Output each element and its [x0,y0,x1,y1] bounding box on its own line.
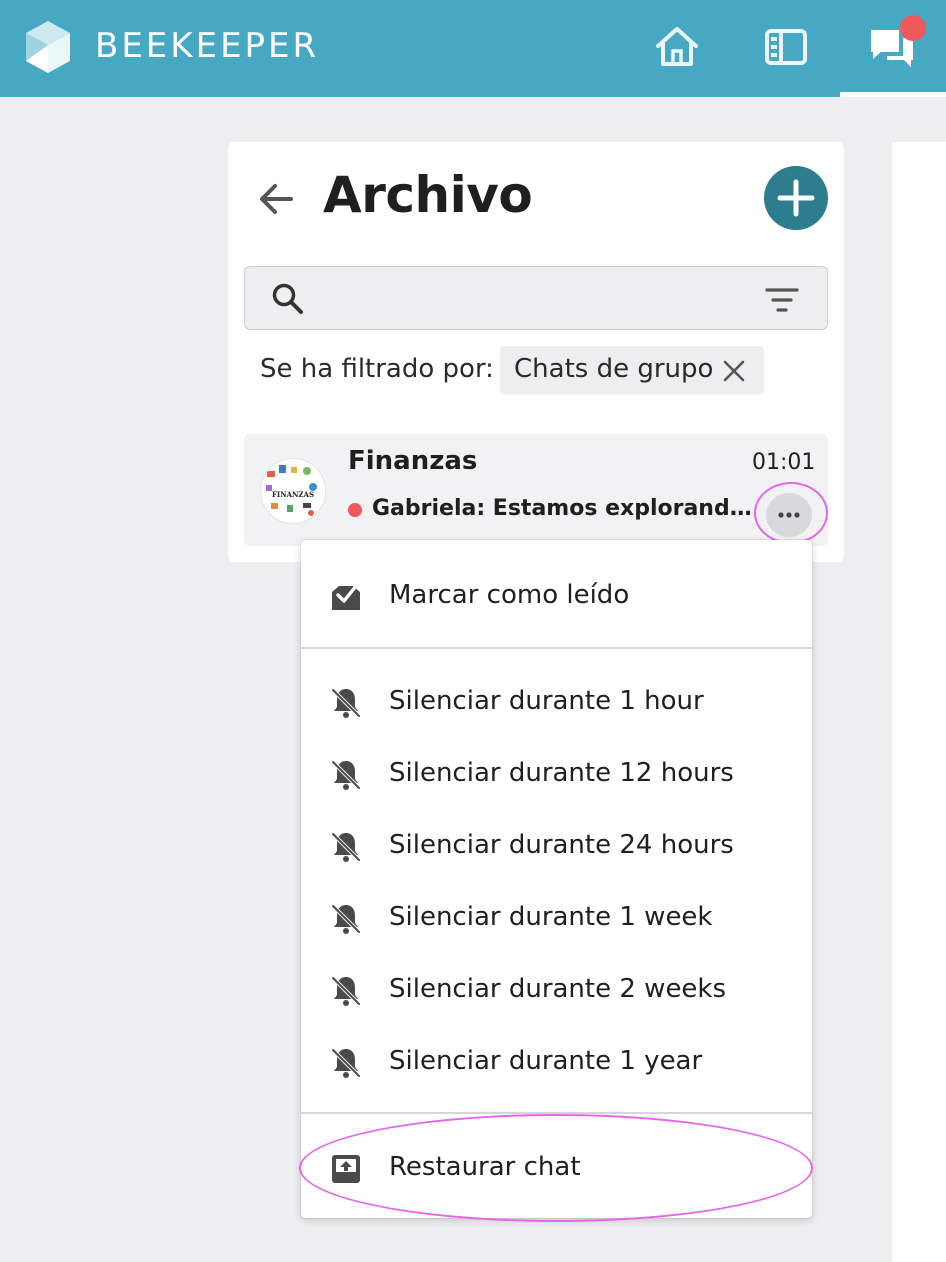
brand-name: BEEKEEPER [95,26,320,66]
menu-item-label: Silenciar durante 24 hours [389,830,734,860]
menu-item-label: Silenciar durante 12 hours [389,758,734,788]
menu-item-mute-1-year[interactable]: Silenciar durante 1 year [301,1032,812,1092]
new-chat-button[interactable] [764,166,828,230]
menu-item-label: Silenciar durante 1 hour [389,686,704,716]
chat-last-message: Gabriela: Estamos explorando di... [372,496,756,521]
menu-item-label: Silenciar durante 2 weeks [389,974,727,1004]
search-icon [270,281,304,315]
stream-icon [765,29,807,65]
menu-item-label: Silenciar durante 1 week [389,902,713,932]
conversation-panel [892,142,946,1262]
bell-off-icon [329,686,363,720]
menu-item-mute-2-weeks[interactable]: Silenciar durante 2 weeks [301,960,812,1020]
menu-item-mute-12-hours[interactable]: Silenciar durante 12 hours [301,744,812,804]
remove-filter-button[interactable] [720,357,748,385]
menu-item-mute-24-hours[interactable]: Silenciar durante 24 hours [301,816,812,876]
menu-divider [301,647,812,649]
active-tab-indicator [840,92,946,97]
back-button[interactable] [255,177,299,221]
plus-icon [777,179,815,217]
highlight-annotation [299,1114,813,1222]
menu-item-label: Silenciar durante 1 year [389,1046,703,1076]
menu-item-mute-1-hour[interactable]: Silenciar durante 1 hour [301,672,812,732]
bell-off-icon [329,830,363,864]
menu-item-mark-read[interactable]: Marcar como leído [301,566,812,626]
nav-home-button[interactable] [652,22,702,72]
highlight-annotation [754,482,828,544]
filter-label: Se ha filtrado por: [260,354,494,384]
chat-timestamp: 01:01 [752,450,816,475]
notification-dot [900,15,926,41]
bell-off-icon [329,758,363,792]
close-icon [723,360,745,382]
home-icon [656,27,698,66]
bell-off-icon [329,1046,363,1080]
filter-button[interactable] [764,282,800,318]
svg-text:FINANZAS: FINANZAS [272,490,314,499]
filter-icon [765,288,799,312]
nav-streams-button[interactable] [761,22,811,72]
chat-list-item[interactable] [244,434,828,546]
chat-name: Finanzas [348,446,478,476]
search-input[interactable] [318,276,742,320]
beekeeper-logo [24,21,72,73]
unread-indicator [348,503,362,517]
bell-off-icon [329,974,363,1008]
menu-item-label: Marcar como leído [389,580,630,610]
chat-avatar: FINANZAS [260,458,326,524]
bell-off-icon [329,902,363,936]
page-title: Archivo [323,166,533,224]
mark-read-icon [329,580,363,614]
menu-item-mute-1-week[interactable]: Silenciar durante 1 week [301,888,812,948]
filter-chip-label: Chats de grupo [514,354,714,384]
arrow-left-icon [260,184,293,214]
